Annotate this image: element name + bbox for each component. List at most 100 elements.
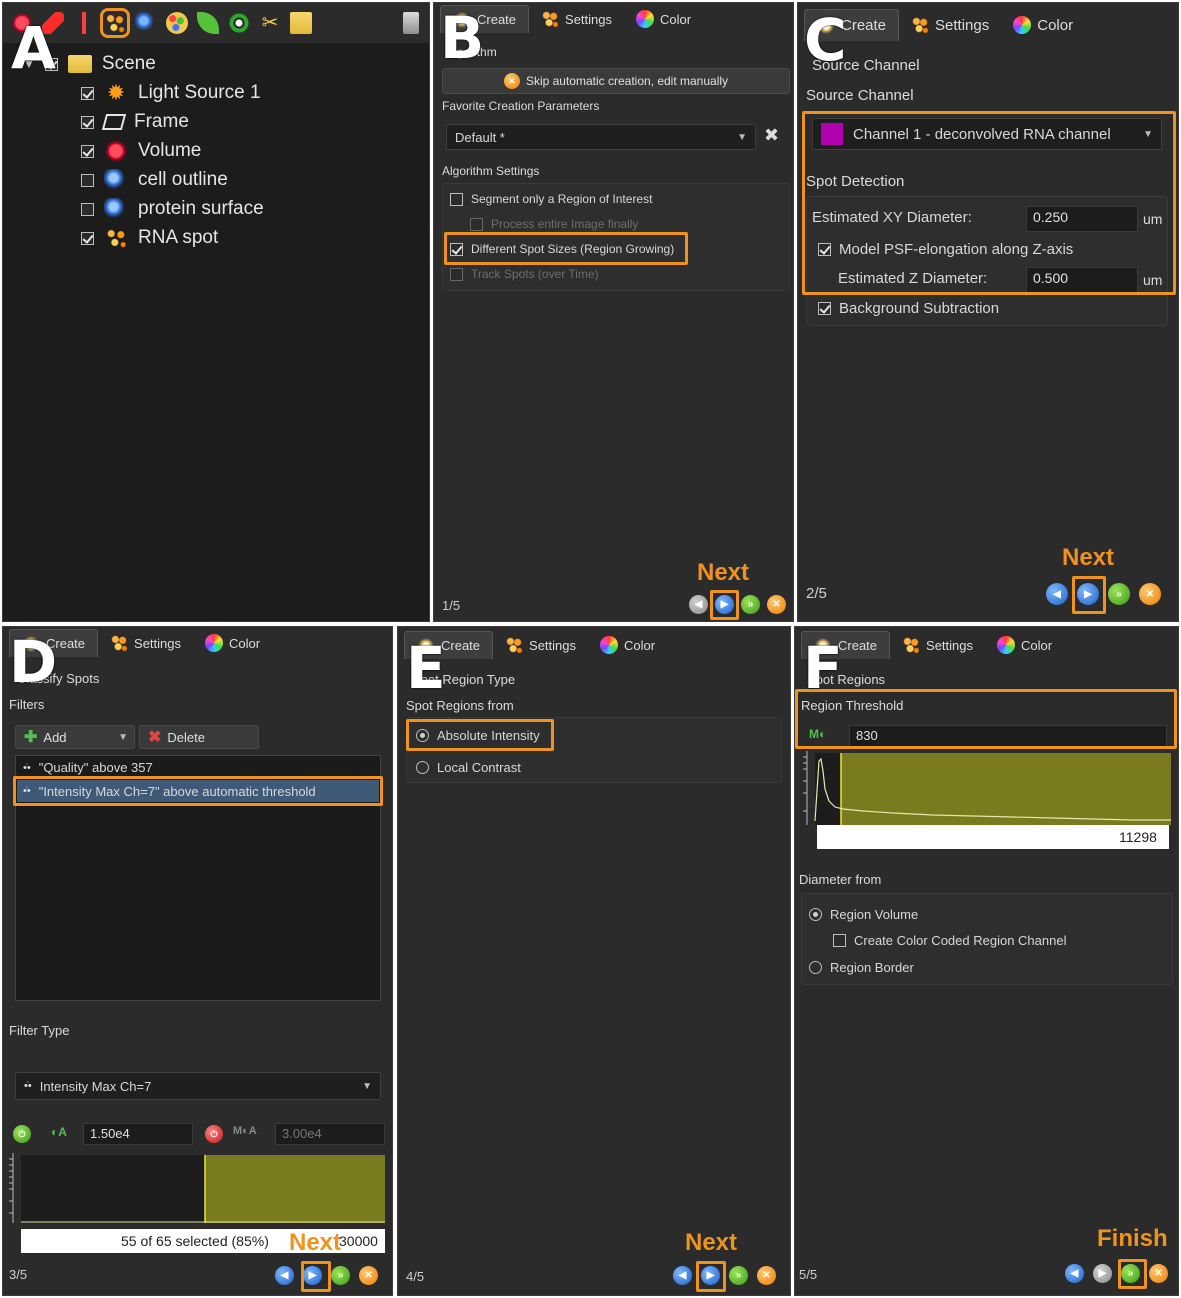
panel-e-spot-region-type: E Create Settings Color Spot Region Type…: [397, 626, 791, 1296]
next-button[interactable]: ▶: [1077, 583, 1099, 605]
psf-elongation-option[interactable]: Model PSF-elongation along Z-axis: [818, 241, 1073, 258]
add-filter-button[interactable]: ✚ Add ▼: [15, 725, 135, 749]
next-button[interactable]: ▶: [715, 595, 734, 614]
tree-row-protein-surface[interactable]: protein surface: [81, 198, 264, 220]
scissors-icon[interactable]: ✂: [259, 12, 281, 34]
surface-icon[interactable]: [135, 12, 157, 34]
back-button[interactable]: ◀: [689, 595, 708, 614]
region-threshold-histogram[interactable]: [803, 751, 1173, 827]
tab-label: Color: [1021, 637, 1053, 653]
tab-settings[interactable]: Settings: [529, 5, 624, 33]
tab-color[interactable]: Color: [193, 629, 272, 657]
tab-settings[interactable]: Settings: [890, 631, 985, 659]
tools-icon[interactable]: ✖: [764, 125, 779, 146]
trash-icon[interactable]: [403, 12, 419, 34]
finish-button[interactable]: »: [729, 1266, 748, 1285]
tab-settings[interactable]: Settings: [899, 9, 1001, 41]
different-spot-sizes-checkbox[interactable]: [450, 242, 463, 256]
lower-threshold-toggle[interactable]: ⏻: [13, 1125, 31, 1143]
delete-filter-button[interactable]: ✖ Delete: [139, 725, 259, 749]
option-region-volume[interactable]: Region Volume: [809, 907, 918, 922]
source-channel-dropdown[interactable]: Channel 1 - deconvolved RNA channel ▼: [812, 118, 1162, 150]
back-button[interactable]: ◀: [1046, 583, 1068, 605]
filter-histogram[interactable]: [9, 1153, 387, 1225]
tree-checkbox[interactable]: [81, 231, 94, 245]
cells-icon[interactable]: [166, 12, 188, 34]
filter-item-intensity-max[interactable]: •̇• "Intensity Max Ch=7" above automatic …: [17, 780, 379, 802]
spots-icon[interactable]: [100, 8, 130, 38]
tree-row-volume[interactable]: Volume: [81, 140, 201, 162]
option-local-contrast[interactable]: Local Contrast: [416, 760, 521, 775]
local-contrast-radio[interactable]: [416, 761, 429, 774]
tree-row-cell-outline[interactable]: cell outline: [81, 169, 228, 191]
option-segment-roi[interactable]: Segment only a Region of Interest: [450, 192, 652, 206]
z-diameter-input[interactable]: 0.500: [1026, 267, 1138, 293]
option-color-coded-region[interactable]: Create Color Coded Region Channel: [833, 933, 1066, 948]
z-unit-label: um: [1143, 272, 1163, 288]
cancel-button[interactable]: ✕: [1149, 1264, 1168, 1283]
tree-checkbox[interactable]: [81, 144, 94, 158]
tree-label: Light Source 1: [138, 82, 261, 103]
tab-settings[interactable]: Settings: [493, 631, 588, 659]
surface-icon: [104, 198, 128, 220]
region-border-radio[interactable]: [809, 961, 822, 974]
cancel-button[interactable]: ✕: [1139, 583, 1161, 605]
tree-row-frame[interactable]: Frame: [81, 111, 189, 133]
region-volume-radio[interactable]: [809, 908, 822, 921]
back-button[interactable]: ◀: [673, 1266, 692, 1285]
tree-row-rna-spot[interactable]: RNA spot: [81, 227, 218, 249]
manual-threshold-icon[interactable]: M◐A: [233, 1125, 257, 1137]
auto-threshold-icon[interactable]: ◐A: [51, 1125, 67, 1139]
color-coded-checkbox[interactable]: [833, 934, 846, 947]
manual-threshold-icon[interactable]: M◐: [809, 727, 826, 741]
upper-threshold-input[interactable]: 3.00e4: [275, 1123, 385, 1145]
back-button[interactable]: ◀: [275, 1266, 294, 1285]
tree-label: protein surface: [138, 198, 264, 219]
back-button[interactable]: ◀: [1065, 1264, 1084, 1283]
background-subtraction-option[interactable]: Background Subtraction: [818, 300, 999, 317]
option-label: Track Spots (over Time): [471, 267, 599, 281]
tree-checkbox[interactable]: [81, 115, 94, 129]
finish-button[interactable]: »: [1108, 583, 1130, 605]
volume-icon: [104, 140, 128, 162]
roi-checkbox[interactable]: [450, 192, 463, 206]
upper-threshold-toggle[interactable]: ⏻: [205, 1125, 223, 1143]
option-absolute-intensity[interactable]: Absolute Intensity: [416, 728, 540, 743]
measurement-points-icon[interactable]: [228, 12, 250, 34]
psf-elongation-checkbox[interactable]: [818, 243, 831, 256]
tree-checkbox[interactable]: [81, 173, 94, 187]
filter-type-dropdown[interactable]: •̇• Intensity Max Ch=7 ▼: [15, 1072, 381, 1100]
option-label: Region Border: [830, 960, 914, 975]
finish-button[interactable]: »: [1121, 1264, 1140, 1283]
leaf-icon[interactable]: [197, 12, 219, 34]
option-different-spot-sizes[interactable]: Different Spot Sizes (Region Growing): [450, 242, 674, 256]
cancel-button[interactable]: ✕: [757, 1266, 776, 1285]
filament-icon[interactable]: [73, 12, 95, 34]
option-region-border[interactable]: Region Border: [809, 960, 914, 975]
wizard-navigation: ◀ ▶ » ✕: [1046, 583, 1161, 605]
xy-diameter-input[interactable]: 0.250: [1026, 206, 1138, 232]
tab-color[interactable]: Color: [985, 631, 1064, 659]
tree-row-light-source[interactable]: ✹ Light Source 1: [81, 82, 261, 104]
favorite-parameters-dropdown[interactable]: Default * ▼: [446, 124, 756, 150]
filter-item-quality[interactable]: •̇• "Quality" above 357: [23, 760, 153, 775]
tab-color[interactable]: Color: [1001, 9, 1085, 41]
finish-button[interactable]: »: [331, 1266, 350, 1285]
next-button[interactable]: ▶: [303, 1266, 322, 1285]
region-threshold-input[interactable]: 830: [849, 725, 1167, 747]
lower-threshold-input[interactable]: 1.50e4: [83, 1123, 193, 1145]
next-button[interactable]: ▶: [701, 1266, 720, 1285]
finish-button[interactable]: »: [741, 595, 760, 614]
tree-checkbox[interactable]: [81, 86, 94, 100]
cancel-button[interactable]: ✕: [359, 1266, 378, 1285]
tree-checkbox[interactable]: [81, 202, 94, 216]
background-subtraction-checkbox[interactable]: [818, 302, 831, 315]
tab-settings[interactable]: Settings: [98, 629, 193, 657]
folder-icon[interactable]: [290, 12, 312, 34]
tab-color[interactable]: Color: [588, 631, 667, 659]
tab-color[interactable]: Color: [624, 5, 703, 33]
skip-automatic-creation-button[interactable]: ✕ Skip automatic creation, edit manually: [442, 68, 790, 94]
cancel-button[interactable]: ✕: [767, 595, 786, 614]
absolute-intensity-radio[interactable]: [416, 729, 429, 742]
next-button[interactable]: ▶: [1093, 1264, 1112, 1283]
